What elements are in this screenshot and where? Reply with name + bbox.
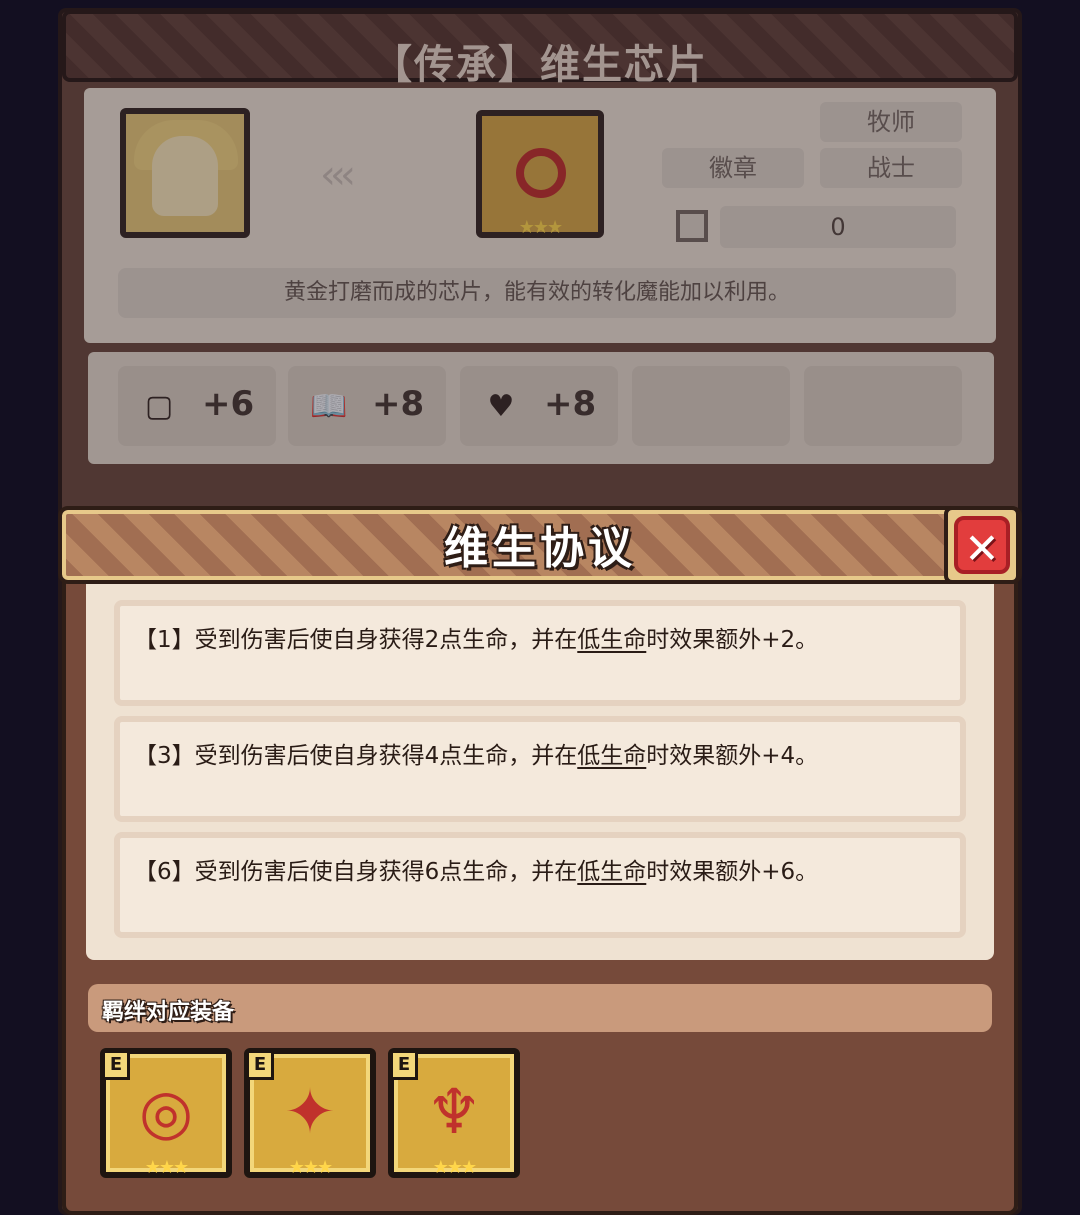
chip-icon: ◎	[138, 1075, 194, 1148]
close-glyph: ✕	[964, 524, 1000, 573]
armor-icon: ✦	[284, 1075, 336, 1148]
equipped-badge: E	[102, 1050, 130, 1080]
keyword-low-health[interactable]: 低生命	[577, 743, 646, 769]
equipment-slot-armor[interactable]: ✦ E ★★★	[244, 1048, 376, 1178]
beetle-icon: ♆	[426, 1075, 482, 1148]
equipment-stars: ★★★	[432, 1157, 477, 1178]
effect-text: 【6】受到伤害后使自身获得6点生命，并在低生命时效果额外+6。	[134, 859, 819, 885]
effect-tier-3: 【3】受到伤害后使自身获得4点生命，并在低生命时效果额外+4。	[114, 716, 966, 822]
effect-text: 【3】受到伤害后使自身获得4点生命，并在低生命时效果额外+4。	[134, 743, 819, 769]
effect-tier-1: 【1】受到伤害后使自身获得2点生命，并在低生命时效果额外+2。	[114, 600, 966, 706]
equipment-slot-beetle[interactable]: ♆ E ★★★	[388, 1048, 520, 1178]
keyword-low-health[interactable]: 低生命	[577, 859, 646, 885]
equipment-stars: ★★★	[288, 1157, 333, 1178]
keyword-low-health[interactable]: 低生命	[577, 627, 646, 653]
effect-tier-6: 【6】受到伤害后使自身获得6点生命，并在低生命时效果额外+6。	[114, 832, 966, 938]
equipment-stars: ★★★	[144, 1157, 189, 1178]
effect-text: 【1】受到伤害后使自身获得2点生命，并在低生命时效果额外+2。	[134, 627, 819, 653]
popup-title: 维生协议	[444, 523, 636, 574]
equipped-badge: E	[246, 1050, 274, 1080]
equipped-badge: E	[390, 1050, 418, 1080]
equipment-slot-chip[interactable]: ◎ E ★★★	[100, 1048, 232, 1178]
bond-section-label: 羁绊对应装备	[102, 1000, 235, 1025]
close-button[interactable]: ✕	[944, 506, 1020, 584]
close-icon: ✕	[954, 516, 1010, 574]
